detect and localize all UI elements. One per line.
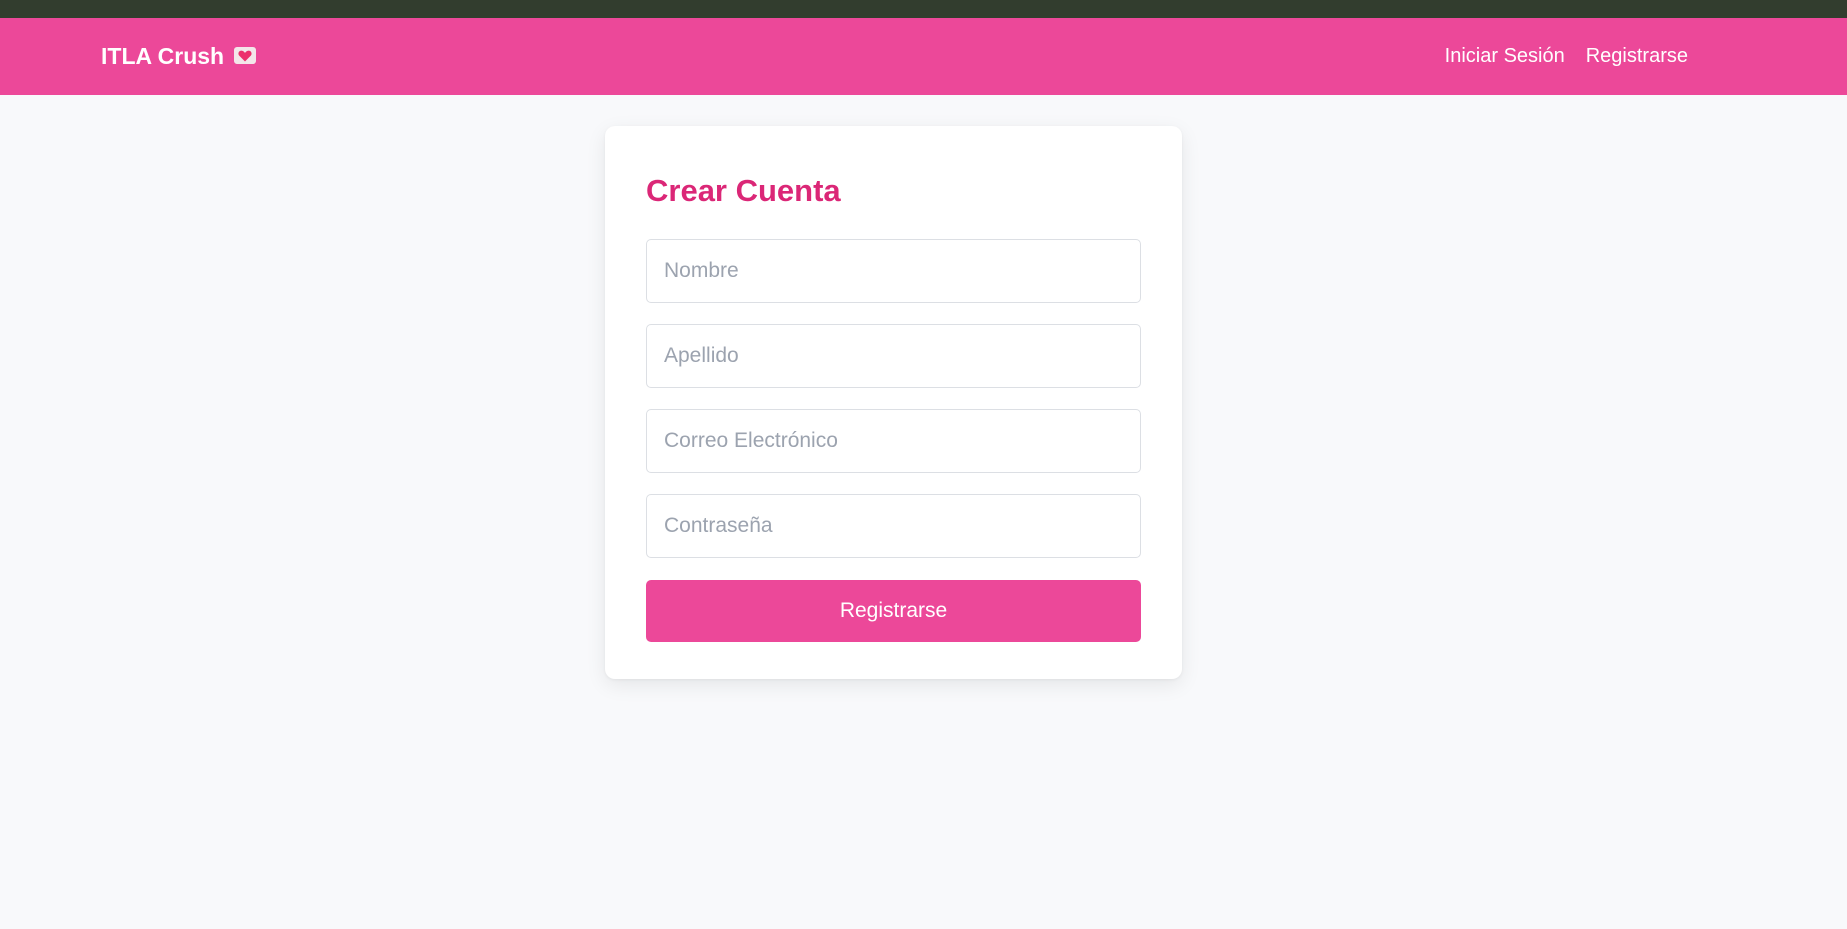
- nav-links: Iniciar Sesión Registrarse: [1445, 45, 1688, 68]
- email-input[interactable]: [646, 409, 1141, 473]
- form-title: Crear Cuenta: [646, 173, 841, 208]
- window-top-strip: [0, 0, 1847, 18]
- nav-login-link[interactable]: Iniciar Sesión: [1445, 45, 1565, 68]
- brand-link[interactable]: ITLA Crush: [101, 43, 257, 70]
- navbar: ITLA Crush Iniciar Sesión Registrarse: [0, 18, 1847, 95]
- last-name-input[interactable]: [646, 324, 1141, 388]
- first-name-input[interactable]: [646, 239, 1141, 303]
- brand-name: ITLA Crush: [101, 43, 225, 69]
- password-input[interactable]: [646, 494, 1141, 558]
- register-card: Crear Cuenta Registrarse: [605, 126, 1182, 679]
- register-button[interactable]: Registrarse: [646, 580, 1141, 642]
- heart-letter-icon: [234, 47, 257, 64]
- nav-register-link[interactable]: Registrarse: [1586, 45, 1688, 68]
